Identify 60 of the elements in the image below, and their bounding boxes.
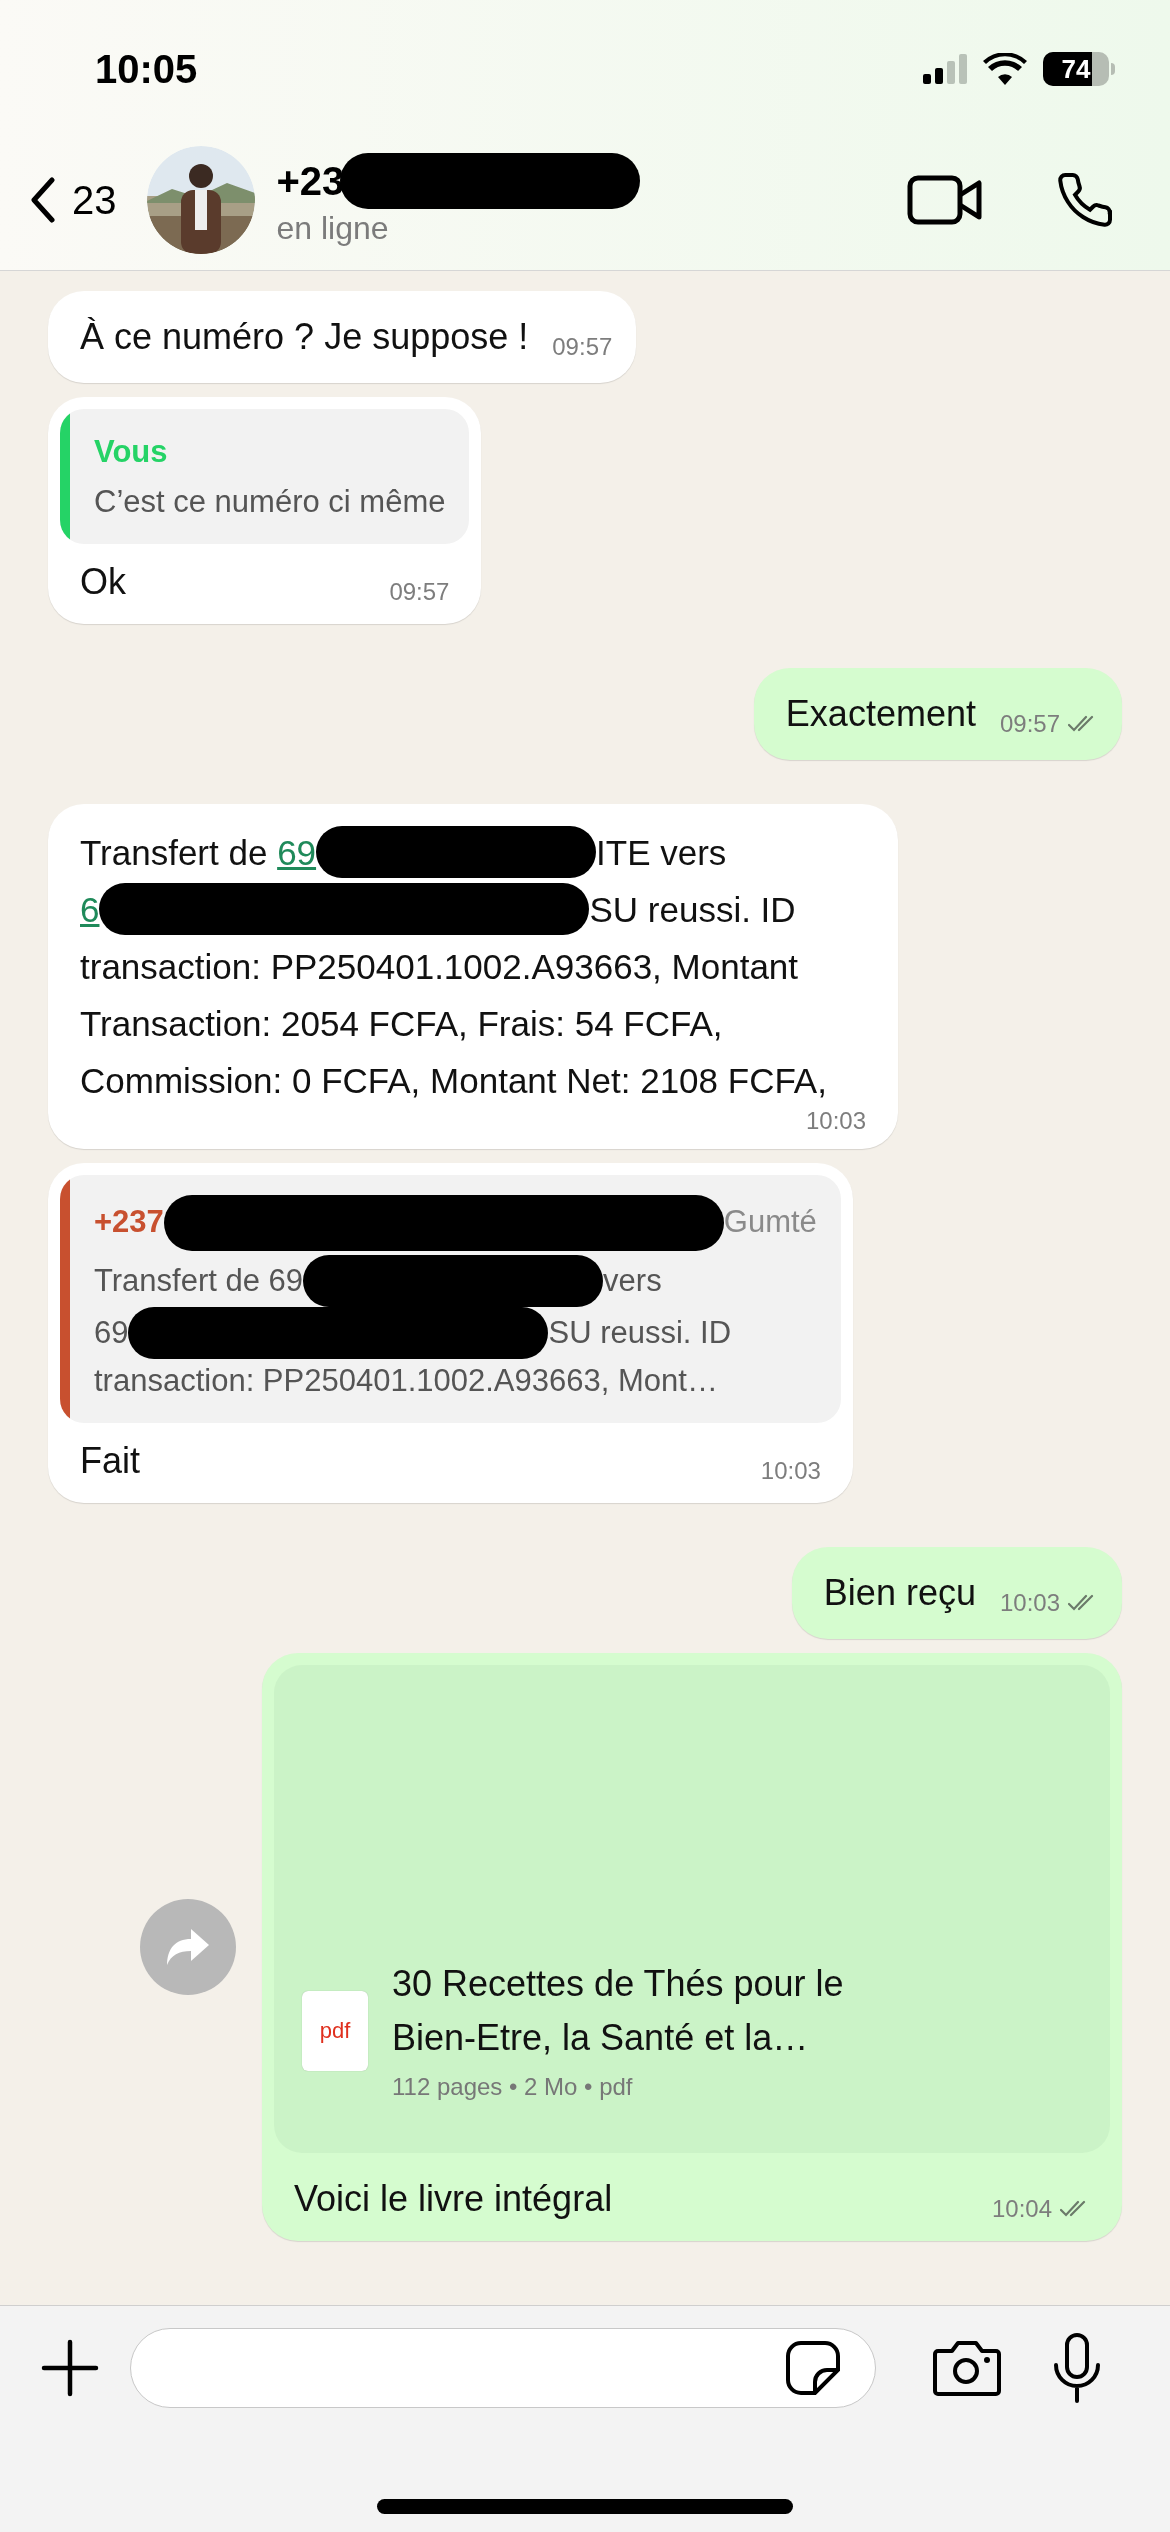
message-text: transaction: PP250401.1002.A93663, Mont… xyxy=(94,1361,718,1400)
share-arrow-icon xyxy=(165,1926,211,1967)
attach-button[interactable] xyxy=(40,2338,100,2398)
quoted-message[interactable]: Vous C’est ce numéro ci même xyxy=(60,409,470,544)
sticker-icon[interactable] xyxy=(785,2340,841,2396)
message-time: 10:03 xyxy=(760,1458,821,1483)
message-text: Ok xyxy=(80,559,126,604)
message-bubble[interactable]: Transfert de 69 ITE vers 6 SU reussi. ID transaction: PP250401.1002.A93663, Montant Transaction: 2054 FCFA, Frais: 54 FCFA, Commission: 0 FCFA, Montant Net: 2108 FCFA, 10:03 xyxy=(48,803,898,1149)
signal-icon xyxy=(923,54,967,84)
quote-author: Vous xyxy=(94,433,168,471)
contact-name: +23 xyxy=(276,158,345,205)
message-bubble[interactable]: Bien reçu 10:03 xyxy=(791,1546,1122,1639)
contact-status: en ligne xyxy=(276,209,390,247)
phone-icon xyxy=(1055,170,1115,230)
message-text: Exactement xyxy=(785,691,976,736)
message-text: À ce numéro ? Je suppose ! xyxy=(80,315,529,359)
message-text: Voici le livre intégral xyxy=(294,2176,613,2221)
plus-icon xyxy=(40,2338,100,2398)
message-bubble[interactable]: À ce numéro ? Je suppose ! 09:57 xyxy=(48,291,637,383)
message-text: Bien reçu xyxy=(823,1570,976,1615)
message-text: ITE vers xyxy=(596,831,727,874)
message-time: 10:03 xyxy=(999,1590,1060,1615)
microphone-button[interactable] xyxy=(1052,2333,1102,2403)
message-text: transaction: PP250401.1002.A93663, Montant Transaction: 2054 FCFA, Frais: 54 FCFA, Commission: 0 FCFA, Montant Net: 2108 FCFA, xyxy=(80,945,828,1102)
message-bubble[interactable]: Vous C’est ce numéro ci même Ok 09:57 xyxy=(48,397,482,624)
status-time: 10:05 xyxy=(95,46,198,93)
quoted-message[interactable]: +237 Gumté Transfert de 69 vers 69 SU reussi. ID transaction: PP250401.1002.A93663, Mont… xyxy=(60,1174,841,1423)
wifi-icon xyxy=(983,53,1027,85)
message-time: 09:57 xyxy=(999,711,1060,736)
message-bubble[interactable]: pdf 30 Recettes de Thés pour le Bien-Etre, la Santé et la… 112 pages • 2 Mo • pdf Voici le livre intégral 10:04 xyxy=(262,1652,1122,2241)
phone-link[interactable]: 69 xyxy=(277,823,317,881)
message-bubble[interactable]: Exactement 09:57 xyxy=(753,667,1122,760)
message-text: SU reussi. ID xyxy=(548,1313,732,1352)
camera-button[interactable] xyxy=(932,2339,1002,2397)
message-time: 10:03 xyxy=(805,1108,866,1133)
phone-link[interactable]: 6 xyxy=(80,880,100,938)
document-card[interactable]: pdf 30 Recettes de Thés pour le Bien-Etre, la Santé et la… 112 pages • 2 Mo • pdf xyxy=(274,1664,1110,2153)
message-time: 09:57 xyxy=(552,335,613,359)
message-time: 09:57 xyxy=(389,579,450,604)
phone-call-button[interactable] xyxy=(1055,170,1115,230)
message-text: C’est ce numéro ci même xyxy=(94,482,446,521)
document-title: 30 Recettes de Thés pour le Bien-Etre, la Santé et la… xyxy=(392,1961,845,2060)
message-text: Transfert de xyxy=(80,831,269,874)
camera-icon xyxy=(932,2339,1002,2397)
video-call-button[interactable] xyxy=(907,175,983,225)
microphone-icon xyxy=(1052,2333,1102,2403)
video-camera-icon xyxy=(907,175,983,225)
quote-author: +237 xyxy=(94,1203,164,1242)
message-time: 10:04 xyxy=(991,2196,1052,2221)
quote-author: Gumté xyxy=(723,1203,817,1242)
message-text: vers xyxy=(603,1261,662,1300)
back-button[interactable]: 23 xyxy=(30,170,117,230)
message-text: SU reussi. ID xyxy=(589,888,796,931)
message-text: Fait xyxy=(80,1438,140,1483)
message-text: Transfert de 69 xyxy=(94,1261,304,1300)
file-type-label: pdf xyxy=(319,2017,351,2045)
message-bubble[interactable]: +237 Gumté Transfert de 69 vers 69 SU reussi. ID transaction: PP250401.1002.A93663, Mont… Fait 10:03 xyxy=(48,1162,853,1503)
document-meta: 112 pages • 2 Mo • pdf xyxy=(392,2071,634,2102)
message-text: 69 xyxy=(94,1313,129,1352)
back-icon xyxy=(30,177,56,223)
